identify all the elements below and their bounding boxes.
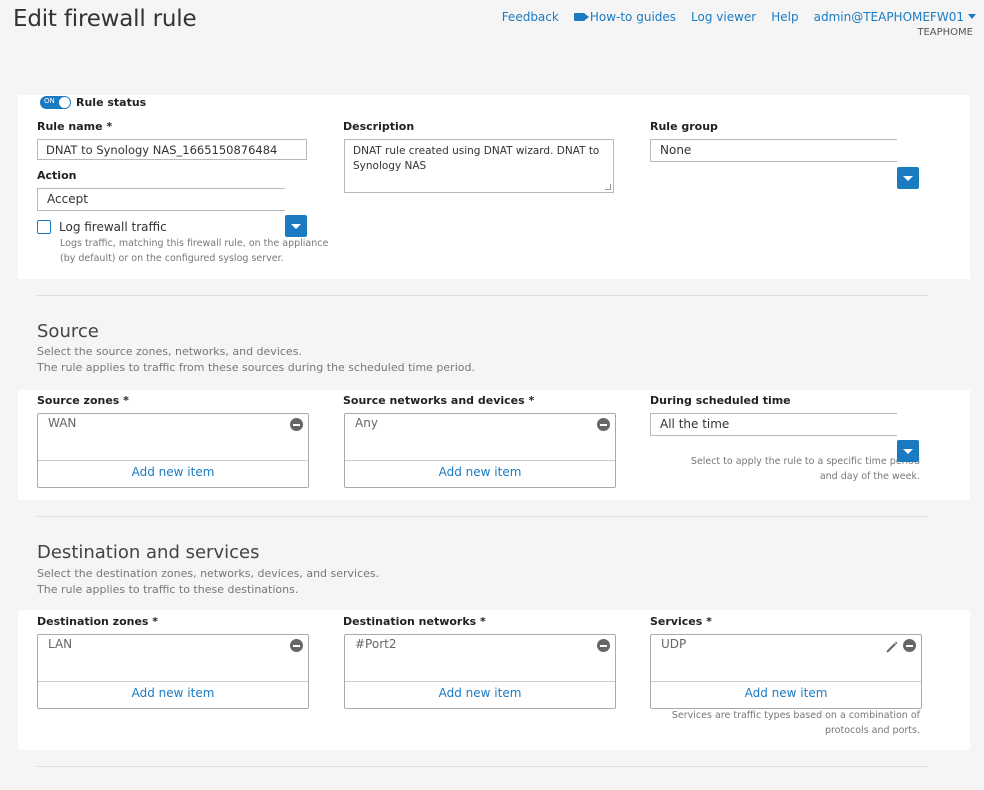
description-text: DNAT rule created using DNAT wizard. DNA… [353, 145, 600, 172]
destination-title: Destination and services [37, 542, 260, 563]
destination-zones-label: Destination zones * [37, 615, 159, 628]
source-subtitle-2: The rule applies to traffic from these s… [37, 361, 475, 374]
rule-status-toggle[interactable]: ON [40, 96, 71, 109]
log-traffic-label: Log firewall traffic [59, 220, 167, 234]
rule-name-input[interactable]: DNAT to Synology NAS_1665150876484 [37, 139, 307, 160]
divider [345, 681, 615, 682]
how-to-guides-label: How-to guides [589, 10, 677, 24]
pencil-icon[interactable] [885, 640, 899, 654]
source-networks-list: Any Add new item [344, 413, 616, 488]
list-item: LAN [48, 637, 73, 651]
page-title: Edit firewall rule [13, 6, 197, 32]
schedule-select[interactable]: All the time [650, 413, 897, 436]
log-traffic-checkbox[interactable] [37, 220, 51, 234]
source-zones-label: Source zones * [37, 394, 129, 407]
log-viewer-link[interactable]: Log viewer [691, 10, 756, 24]
add-new-item-button[interactable]: Add new item [38, 465, 308, 479]
destination-subtitle-1: Select the destination zones, networks, … [37, 567, 380, 580]
video-camera-icon [573, 13, 589, 21]
divider [38, 681, 308, 682]
remove-icon[interactable] [290, 639, 303, 652]
toggle-on-text: ON [44, 97, 55, 105]
divider [37, 516, 928, 517]
remove-icon[interactable] [597, 639, 610, 652]
list-item: #Port2 [355, 637, 397, 651]
add-new-item-button[interactable]: Add new item [345, 686, 615, 700]
source-subtitle-1: Select the source zones, networks, and d… [37, 345, 302, 358]
rule-name-label: Rule name * [37, 120, 113, 133]
rule-status-label: Rule status [76, 96, 147, 109]
description-textarea[interactable]: DNAT rule created using DNAT wizard. DNA… [344, 139, 614, 193]
how-to-guides-link[interactable]: How-to guides [573, 10, 677, 24]
list-item: UDP [661, 637, 687, 651]
source-title: Source [37, 321, 99, 342]
remove-icon[interactable] [597, 418, 610, 431]
remove-icon[interactable] [290, 418, 303, 431]
services-list: UDP Add new item [650, 634, 922, 709]
source-zones-list: WAN Add new item [37, 413, 309, 488]
help-link[interactable]: Help [771, 10, 798, 24]
destination-subtitle-2: The rule applies to traffic to these des… [37, 583, 299, 596]
rule-group-dropdown-button[interactable] [897, 167, 919, 189]
divider [37, 295, 928, 296]
add-new-item-button[interactable]: Add new item [651, 686, 921, 700]
services-help: Services are traffic types based on a co… [671, 710, 920, 736]
user-name: admin@TEAPHOMEFW01 [813, 10, 964, 24]
description-label: Description [343, 120, 415, 133]
schedule-help: Select to apply the rule to a specific t… [690, 456, 920, 482]
add-new-item-button[interactable]: Add new item [38, 686, 308, 700]
divider [345, 460, 615, 461]
action-select[interactable]: Accept [37, 188, 285, 211]
destination-zones-list: LAN Add new item [37, 634, 309, 709]
device-name: TEAPHOME [917, 27, 973, 38]
schedule-label: During scheduled time [650, 394, 791, 407]
list-item: Any [355, 416, 378, 430]
destination-networks-list: #Port2 Add new item [344, 634, 616, 709]
toggle-knob [59, 97, 70, 108]
chevron-down-icon [968, 14, 976, 19]
action-dropdown-button[interactable] [285, 215, 307, 237]
top-navigation: Feedback How-to guides Log viewer Help a… [502, 10, 976, 24]
services-label: Services * [650, 615, 712, 628]
user-menu[interactable]: admin@TEAPHOMEFW01 [814, 10, 976, 24]
schedule-dropdown-button[interactable] [897, 440, 919, 462]
remove-icon[interactable] [903, 639, 916, 652]
action-label: Action [37, 169, 77, 182]
rule-group-select[interactable]: None [650, 139, 897, 162]
add-new-item-button[interactable]: Add new item [345, 465, 615, 479]
source-networks-label: Source networks and devices * [343, 394, 535, 407]
rule-group-label: Rule group [650, 120, 718, 133]
feedback-link[interactable]: Feedback [502, 10, 559, 24]
destination-networks-label: Destination networks * [343, 615, 486, 628]
divider [37, 766, 928, 767]
log-traffic-help: Logs traffic, matching this firewall rul… [60, 238, 329, 264]
list-item: WAN [48, 416, 77, 430]
divider [38, 460, 308, 461]
resize-handle-icon[interactable] [605, 184, 611, 190]
divider [651, 681, 921, 682]
